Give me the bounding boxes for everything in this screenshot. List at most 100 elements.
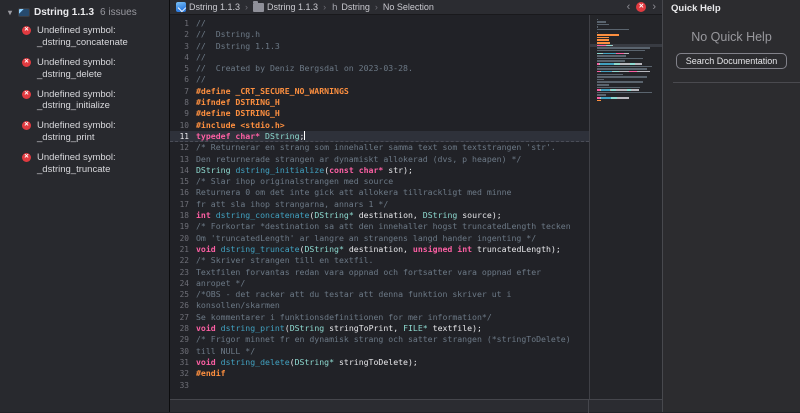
code-line[interactable]: 29/* Frigor minnet fr en dynamisk strang…	[170, 334, 589, 345]
line-number[interactable]: 23	[170, 267, 196, 278]
line-number[interactable]: 19	[170, 221, 196, 232]
line-number[interactable]: 27	[170, 312, 196, 323]
line-number[interactable]: 29	[170, 334, 196, 345]
code-line[interactable]: 17fr att sla ihop strangarna, annars 1 *…	[170, 199, 589, 210]
issue-navigator: ▾ Dstring 1.1.3 6 issues ✕Undefined symb…	[0, 0, 170, 412]
issue-list: ✕Undefined symbol:_dstring_concatenate✕U…	[0, 21, 169, 180]
line-number[interactable]: 2	[170, 29, 196, 40]
code-line[interactable]: 15/* Slar ihop originalstrangen med sour…	[170, 176, 589, 187]
code-line[interactable]: 30till NULL */	[170, 346, 589, 357]
code-line[interactable]: 2// Dstring.h	[170, 29, 589, 40]
line-number[interactable]: 30	[170, 346, 196, 357]
line-number[interactable]: 17	[170, 199, 196, 210]
issue-row[interactable]: ✕Undefined symbol:_dstring_concatenate	[0, 21, 169, 53]
jump-bar: Dstring 1.1.3›Dstring 1.1.3›hDstring›No …	[170, 0, 662, 15]
line-number[interactable]: 7	[170, 86, 196, 97]
minimap-line	[597, 19, 598, 21]
code-line[interactable]: 9#define DSTRING_H	[170, 108, 589, 119]
issue-row[interactable]: ✕Undefined symbol:_dstring_initialize	[0, 85, 169, 117]
breadcrumb: Dstring 1.1.3›Dstring 1.1.3›hDstring›No …	[176, 2, 434, 13]
code-line[interactable]: 18int dstring_concatenate(DString* desti…	[170, 210, 589, 221]
line-number[interactable]: 4	[170, 52, 196, 63]
code-line[interactable]: 31void dstring_delete(DString* stringToD…	[170, 357, 589, 368]
code-line[interactable]: 4//	[170, 52, 589, 63]
code-line[interactable]: 26konsollen/skarmen	[170, 300, 589, 311]
breadcrumb-segment[interactable]: No Selection	[383, 2, 434, 12]
code-line[interactable]: 13Den returnerade strangen ar dynamiskt …	[170, 154, 589, 165]
code-line[interactable]: 11typedef char* DString;	[170, 131, 589, 142]
next-issue-button[interactable]: ›	[652, 2, 656, 13]
code-line[interactable]: 33	[170, 380, 589, 391]
code-line[interactable]: 1//	[170, 18, 589, 29]
code-line[interactable]: 6//	[170, 74, 589, 85]
line-number[interactable]: 12	[170, 142, 196, 153]
line-number[interactable]: 32	[170, 368, 196, 379]
project-issues-header[interactable]: ▾ Dstring 1.1.3 6 issues	[0, 5, 169, 21]
line-number[interactable]: 21	[170, 244, 196, 255]
line-number[interactable]: 5	[170, 63, 196, 74]
code-line[interactable]: 14DString dstring_initialize(const char*…	[170, 165, 589, 176]
code-line[interactable]: 19/* Forkortar *destination sa att den i…	[170, 221, 589, 232]
breadcrumb-segment[interactable]: Dstring 1.1.3	[253, 2, 318, 12]
code-line[interactable]: 5// Created by Deniz Bergsdal on 2023-03…	[170, 63, 589, 74]
error-badge-icon[interactable]: ✕	[636, 2, 646, 12]
code-line[interactable]: 27Se kommentarer i funktionsdefinitionen…	[170, 312, 589, 323]
chevron-down-icon[interactable]: ▾	[6, 8, 14, 17]
issue-title: Undefined symbol:	[37, 152, 116, 164]
line-number[interactable]: 20	[170, 233, 196, 244]
code-line[interactable]: 8#ifndef DSTRING_H	[170, 97, 589, 108]
code-line[interactable]: 21void dstring_truncate(DString* destina…	[170, 244, 589, 255]
issue-row[interactable]: ✕Undefined symbol:_dstring_truncate	[0, 148, 169, 180]
code-line[interactable]: 24anropet */	[170, 278, 589, 289]
quick-help-panel: Quick Help No Quick Help Search Document…	[662, 0, 800, 412]
line-number[interactable]: 8	[170, 97, 196, 108]
line-number[interactable]: 14	[170, 165, 196, 176]
code-line[interactable]: 10#include <stdio.h>	[170, 120, 589, 131]
breadcrumb-label: Dstring 1.1.3	[189, 2, 240, 12]
line-number[interactable]: 18	[170, 210, 196, 221]
line-number[interactable]: 28	[170, 323, 196, 334]
line-number[interactable]: 22	[170, 255, 196, 266]
breadcrumb-segment[interactable]: Dstring 1.1.3	[176, 2, 240, 12]
line-number[interactable]: 1	[170, 18, 196, 29]
code-line[interactable]: 3// Dstring 1.1.3	[170, 41, 589, 52]
code-line[interactable]: 32#endif	[170, 368, 589, 379]
code-line[interactable]: 25/*OBS - det racker att du testar att d…	[170, 289, 589, 300]
issue-symbol: _dstring_concatenate	[37, 37, 128, 49]
search-documentation-button[interactable]: Search Documentation	[676, 53, 788, 69]
code-line[interactable]: 12/* Returnerar en strang som innehaller…	[170, 142, 589, 153]
line-number[interactable]: 25	[170, 289, 196, 300]
line-number[interactable]: 33	[170, 380, 196, 391]
line-number[interactable]: 13	[170, 154, 196, 165]
issue-row[interactable]: ✕Undefined symbol:_dstring_print	[0, 116, 169, 148]
horizontal-scrollbar[interactable]	[170, 399, 662, 412]
code-line[interactable]: 20Om 'truncatedLength' ar langre an stra…	[170, 233, 589, 244]
header-file-icon: h	[331, 2, 338, 13]
line-number[interactable]: 10	[170, 120, 196, 131]
editor-minimap[interactable]	[589, 15, 662, 399]
line-number[interactable]: 16	[170, 187, 196, 198]
line-number[interactable]: 3	[170, 41, 196, 52]
code-line[interactable]: 7#define _CRT_SECURE_NO_WARNINGS	[170, 86, 589, 97]
previous-issue-button[interactable]: ‹	[627, 2, 631, 13]
line-number[interactable]: 26	[170, 300, 196, 311]
minimap-line	[597, 45, 613, 47]
line-number[interactable]: 11	[170, 131, 196, 141]
minimap-line	[597, 42, 610, 44]
code-line[interactable]: 16Returnera 0 om det inte gick att allok…	[170, 187, 589, 198]
line-number[interactable]: 24	[170, 278, 196, 289]
line-number[interactable]: 31	[170, 357, 196, 368]
breadcrumb-separator-icon: ›	[375, 2, 378, 12]
code-line[interactable]: 23Textfilen forvantas redan vara oppnad …	[170, 267, 589, 278]
breadcrumb-segment[interactable]: hDstring	[331, 2, 370, 13]
line-number[interactable]: 15	[170, 176, 196, 187]
error-icon: ✕	[22, 121, 31, 130]
minimap-line	[597, 76, 647, 78]
code-line[interactable]: 22/* Skriver strangen till en textfil.	[170, 255, 589, 266]
code-line[interactable]: 28void dstring_print(DString stringToPri…	[170, 323, 589, 334]
error-icon: ✕	[22, 58, 31, 67]
source-editor[interactable]: 1//2// Dstring.h3// Dstring 1.1.34//5// …	[170, 15, 589, 399]
issue-row[interactable]: ✕Undefined symbol:_dstring_delete	[0, 53, 169, 85]
line-number[interactable]: 9	[170, 108, 196, 119]
line-number[interactable]: 6	[170, 74, 196, 85]
